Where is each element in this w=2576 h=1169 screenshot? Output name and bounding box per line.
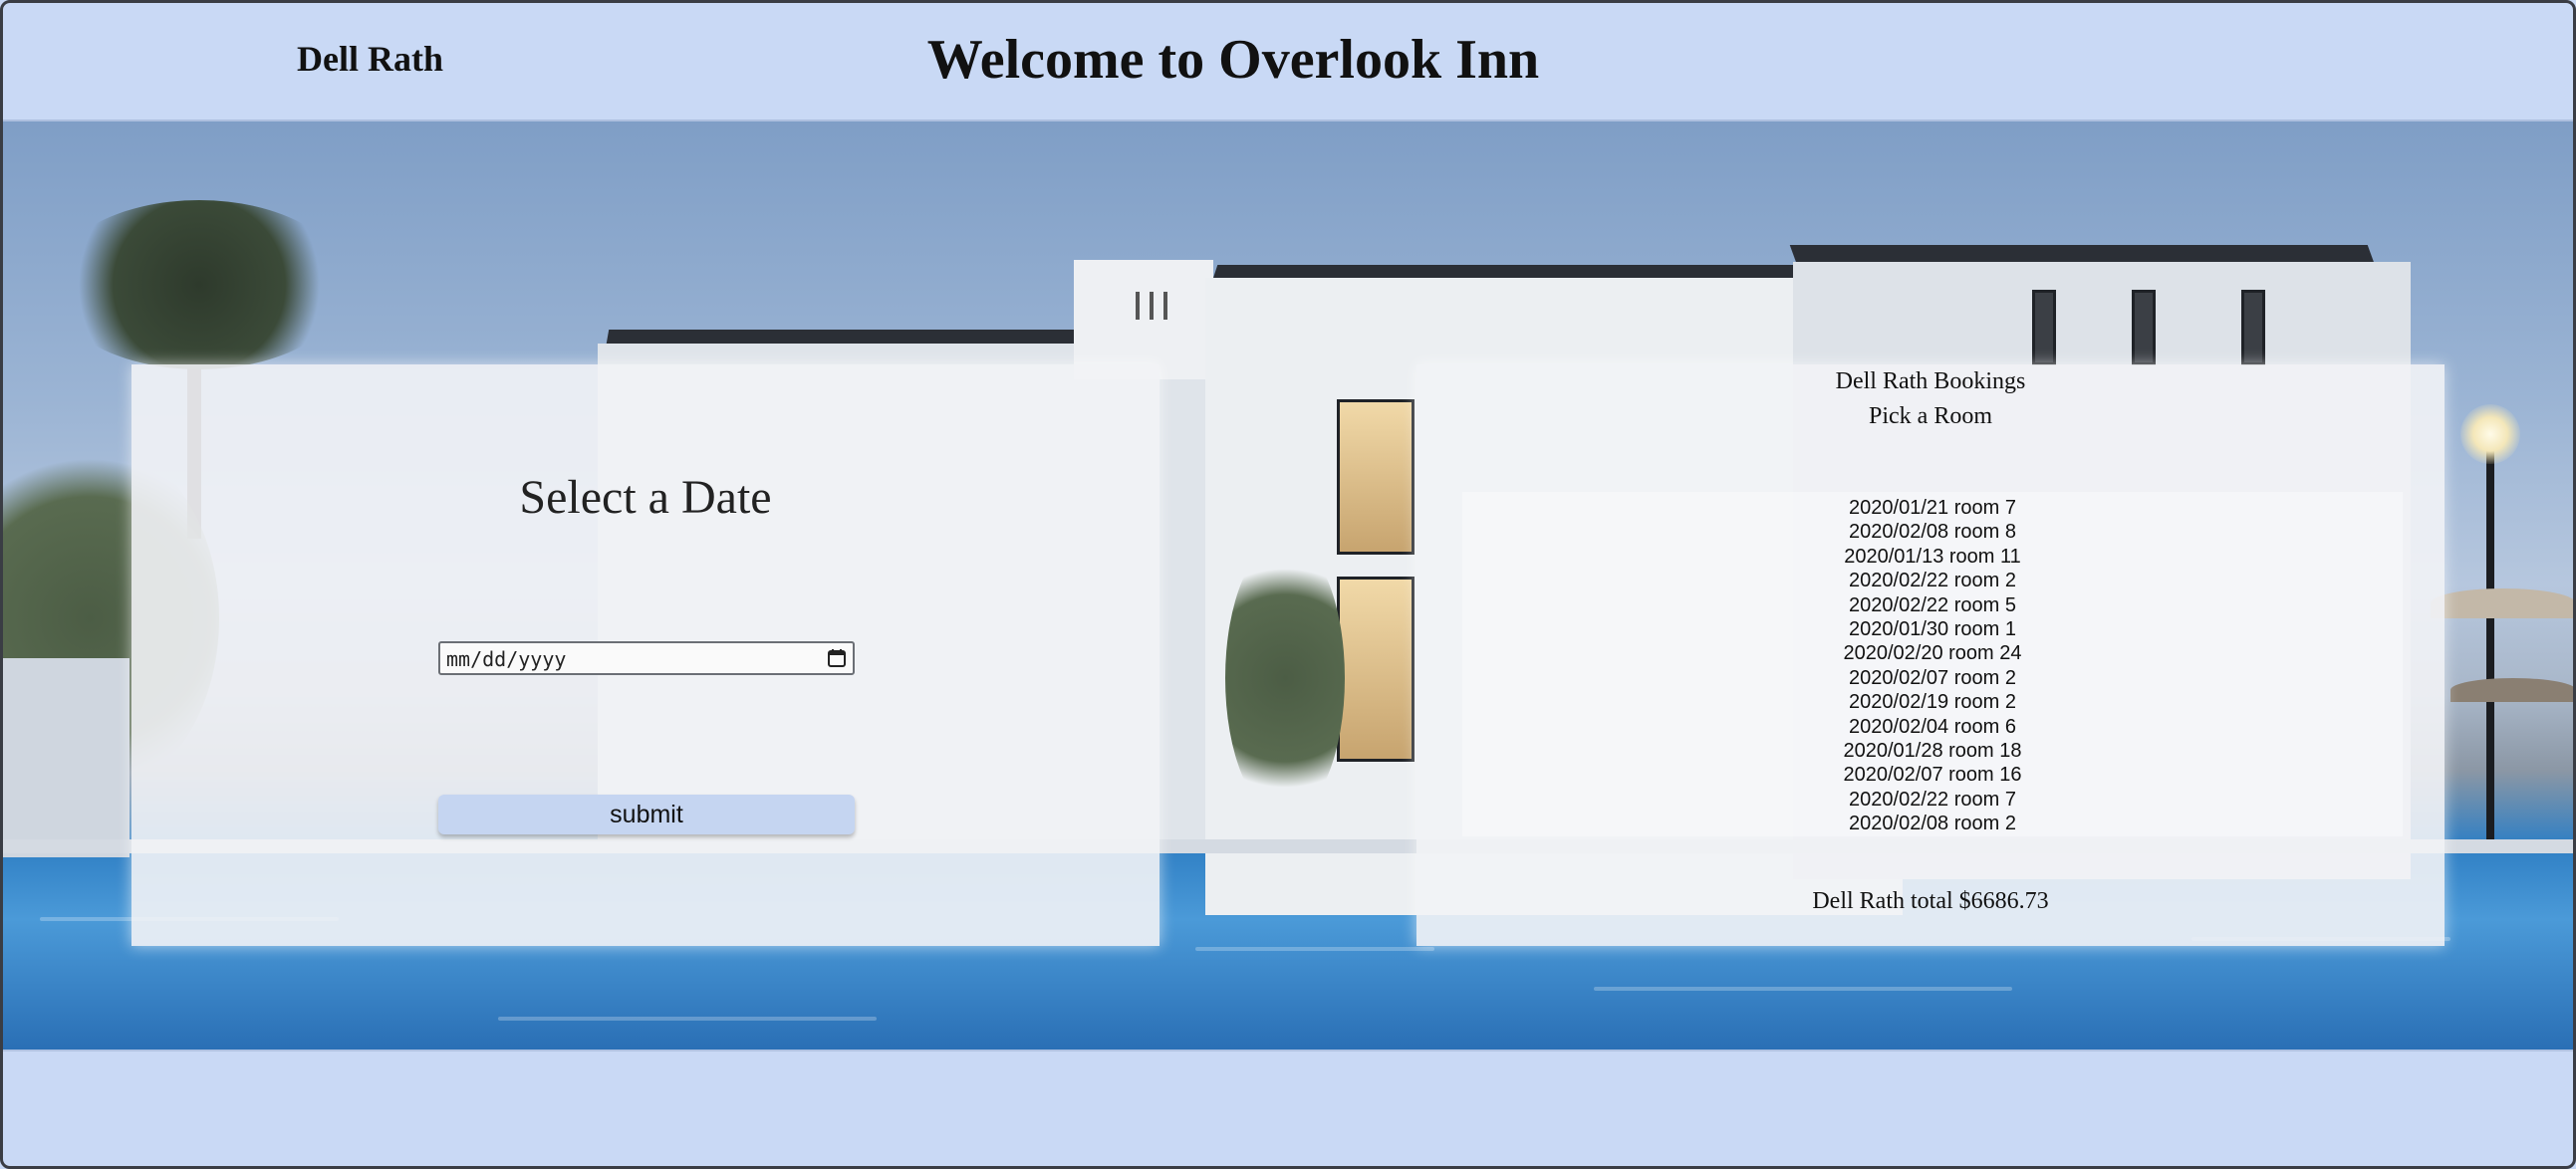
booking-item[interactable]: 2020/02/07 room 2 xyxy=(1462,666,2403,690)
page-title: Welcome to Overlook Inn xyxy=(926,29,1540,91)
date-input-placeholder: mm/dd/yyyy xyxy=(446,647,567,671)
bookings-panel: Dell Rath Bookings Pick a Room 2020/01/2… xyxy=(1417,364,2445,946)
booking-item[interactable]: 2020/02/19 room 2 xyxy=(1462,690,2403,714)
booking-list: 2020/01/21 room 7 2020/02/08 room 8 2020/0… xyxy=(1462,492,2403,836)
bookings-total: Dell Rath total $6686.73 xyxy=(1812,888,2049,914)
site-header: Dell Rath Welcome to Overlook Inn xyxy=(0,0,2576,121)
booking-item[interactable]: 2020/02/07 room 16 xyxy=(1462,763,2403,787)
date-selection-panel: Select a Date mm/dd/yyyy submit xyxy=(131,364,1159,946)
booking-item[interactable]: 2020/02/04 room 6 xyxy=(1462,715,2403,739)
booking-item[interactable]: 2020/02/22 room 7 xyxy=(1462,788,2403,812)
calendar-icon[interactable] xyxy=(827,648,847,668)
booking-item[interactable]: 2020/01/28 room 18 xyxy=(1462,739,2403,763)
bookings-heading: Dell Rath Bookings xyxy=(1835,368,2026,394)
booking-item[interactable]: 2020/01/30 room 1 xyxy=(1462,617,2403,641)
booking-item[interactable]: 2020/02/08 room 2 xyxy=(1462,812,2403,835)
date-input[interactable]: mm/dd/yyyy xyxy=(438,641,855,675)
booking-item[interactable]: 2020/01/21 room 7 xyxy=(1462,496,2403,520)
pick-room-label: Pick a Room xyxy=(1869,403,1992,429)
booking-item[interactable]: 2020/02/22 room 2 xyxy=(1462,569,2403,592)
site-footer xyxy=(0,1050,2576,1169)
submit-button[interactable]: submit xyxy=(438,795,855,834)
select-date-heading: Select a Date xyxy=(519,471,772,524)
booking-item[interactable]: 2020/01/13 room 11 xyxy=(1462,545,2403,569)
booking-item[interactable]: 2020/02/22 room 5 xyxy=(1462,593,2403,617)
booking-item[interactable]: 2020/02/08 room 8 xyxy=(1462,520,2403,544)
booking-item[interactable]: 2020/02/20 room 24 xyxy=(1462,641,2403,665)
